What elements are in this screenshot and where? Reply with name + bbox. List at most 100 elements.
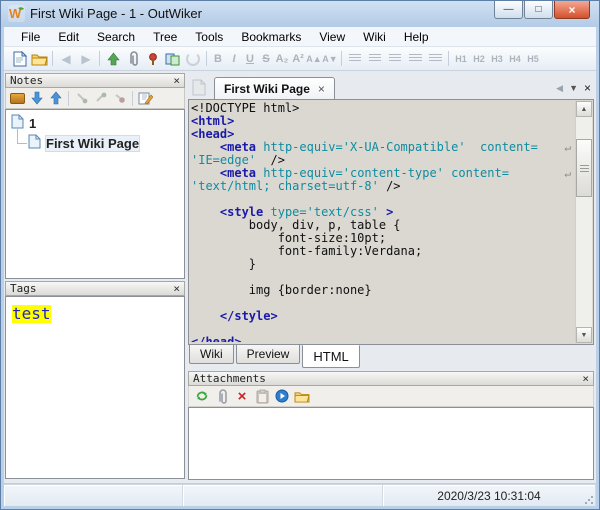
sync-icon[interactable] (183, 49, 203, 69)
close-button[interactable]: × (554, 1, 590, 19)
menu-help[interactable]: Help (395, 27, 438, 46)
move-page-down-icon[interactable] (27, 89, 46, 107)
menu-tools[interactable]: Tools (186, 27, 232, 46)
align-left-icon[interactable] (345, 49, 365, 69)
reload-page-icon[interactable] (163, 49, 183, 69)
code-area[interactable]: <!DOCTYPE html><html><head> <meta http-e… (191, 102, 573, 342)
statusbar-datetime-section: 2020/3/23 10:31:04 (383, 485, 596, 506)
goto-parent-icon[interactable] (103, 49, 123, 69)
page-tab-close-icon[interactable]: × (318, 82, 325, 96)
notes-close-icon[interactable]: × (173, 75, 180, 86)
edit-page-icon[interactable] (136, 89, 155, 107)
scrollbar-thumb[interactable] (576, 139, 592, 197)
scroll-up-icon[interactable]: ▲ (576, 101, 592, 117)
maximize-button[interactable]: □ (524, 1, 553, 19)
heading5-icon[interactable]: H5 (524, 50, 542, 68)
notebook-page-icon (191, 79, 206, 101)
notes-toolbar (5, 88, 185, 109)
menu-bookmarks[interactable]: Bookmarks (232, 27, 310, 46)
menu-file[interactable]: File (12, 27, 49, 46)
attachments-panel: Attachments × × (188, 371, 594, 481)
refresh-attachments-icon[interactable] (192, 387, 212, 405)
statusbar-datetime: 2020/3/23 10:31:04 (437, 489, 540, 503)
bold-icon[interactable]: B (210, 50, 226, 68)
tags-panel-header: Tags × (5, 281, 185, 296)
open-tree-icon[interactable] (29, 49, 49, 69)
tree-item-first-wiki-page[interactable]: First Wiki Page (6, 133, 184, 153)
delete-attachment-icon[interactable]: × (232, 387, 252, 405)
notebook-controls: ◀ ▼ × (556, 82, 591, 94)
sort-children-descending-icon[interactable] (72, 89, 91, 107)
tree-item-root[interactable]: 1 (6, 113, 184, 133)
list-numbers-icon[interactable] (425, 49, 445, 69)
tab-html[interactable]: HTML (302, 345, 359, 368)
scroll-down-icon[interactable]: ▼ (576, 327, 592, 343)
attach-file-icon[interactable] (212, 387, 232, 405)
attachments-list[interactable] (188, 407, 594, 480)
app-window: W First Wiki Page - 1 - OutWiker — □ × F… (0, 0, 600, 510)
menu-edit[interactable]: Edit (49, 27, 88, 46)
window-title: First Wiki Page - 1 - OutWiker (30, 6, 202, 21)
superscript-icon[interactable]: A² (290, 50, 306, 68)
goto-root-icon[interactable] (8, 89, 27, 107)
align-center-icon[interactable] (365, 49, 385, 69)
open-attach-folder-icon[interactable] (292, 387, 312, 405)
workspace: Notes × (4, 71, 596, 483)
tags-cloud: test (5, 296, 185, 479)
execute-attachment-icon[interactable] (272, 387, 292, 405)
list-bullets-icon[interactable] (405, 49, 425, 69)
move-page-up-icon[interactable] (46, 89, 65, 107)
sort-children-ascending-icon[interactable] (91, 89, 110, 107)
tab-preview[interactable]: Preview (236, 345, 301, 364)
forward-icon[interactable]: ▶ (76, 49, 96, 69)
align-right-icon[interactable] (385, 49, 405, 69)
heading4-icon[interactable]: H4 (506, 50, 524, 68)
statusbar-section (4, 485, 183, 506)
attachments-close-icon[interactable]: × (582, 373, 589, 384)
tab-list-icon[interactable]: ▼ (569, 84, 578, 93)
tab-scroll-left-icon[interactable]: ◀ (556, 84, 563, 93)
menu-view[interactable]: View (310, 27, 354, 46)
heading2-icon[interactable]: H2 (470, 50, 488, 68)
toolbar-separator (341, 51, 342, 66)
back-icon[interactable]: ◀ (56, 49, 76, 69)
remove-page-icon[interactable] (110, 89, 129, 107)
view-mode-tabs: Wiki Preview HTML (189, 345, 362, 368)
underline-icon[interactable]: U (242, 50, 258, 68)
heading3-icon[interactable]: H3 (488, 50, 506, 68)
resize-grip[interactable] (584, 495, 593, 504)
tags-panel: Tags × test (5, 281, 185, 479)
new-page-icon[interactable] (9, 49, 29, 69)
notes-tree: 1 First Wiki Page (5, 109, 185, 279)
page-tab[interactable]: First Wiki Page × (214, 77, 335, 99)
notes-toolbar-separator (68, 91, 69, 106)
notebook-tabbar: First Wiki Page × ◀ ▼ × (188, 77, 594, 99)
attach-files-icon[interactable] (123, 49, 143, 69)
tag-test[interactable]: test (12, 305, 51, 323)
main-toolbar: ◀ ▶ B I U S A₂ A² A▲ A▼ H1 (4, 47, 596, 71)
editor-scrollbar[interactable]: ▲ ▼ (575, 101, 592, 343)
menubar: File Edit Search Tree Tools Bookmarks Vi… (4, 27, 596, 47)
tab-wiki[interactable]: Wiki (189, 345, 234, 364)
statusbar: 2020/3/23 10:31:04 (4, 484, 596, 506)
heading1-icon[interactable]: H1 (452, 50, 470, 68)
notes-toolbar-separator (132, 91, 133, 106)
pin-icon[interactable] (143, 49, 163, 69)
menu-tree[interactable]: Tree (144, 27, 186, 46)
strikethrough-icon[interactable]: S (258, 50, 274, 68)
page-icon (28, 134, 41, 152)
tree-item-label: First Wiki Page (46, 136, 139, 151)
tags-close-icon[interactable]: × (173, 283, 180, 294)
menu-search[interactable]: Search (88, 27, 144, 46)
menu-wiki[interactable]: Wiki (354, 27, 395, 46)
html-source-editor[interactable]: <!DOCTYPE html><html><head> <meta http-e… (188, 99, 594, 345)
notes-panel-header: Notes × (5, 73, 185, 88)
decrease-font-icon[interactable]: A▼ (322, 50, 338, 68)
italic-icon[interactable]: I (226, 50, 242, 68)
minimize-button[interactable]: — (494, 1, 523, 19)
toolbar-separator (99, 51, 100, 66)
increase-font-icon[interactable]: A▲ (306, 50, 322, 68)
tab-close-icon[interactable]: × (584, 82, 591, 94)
subscript-icon[interactable]: A₂ (274, 50, 290, 68)
paste-attachment-icon[interactable] (252, 387, 272, 405)
